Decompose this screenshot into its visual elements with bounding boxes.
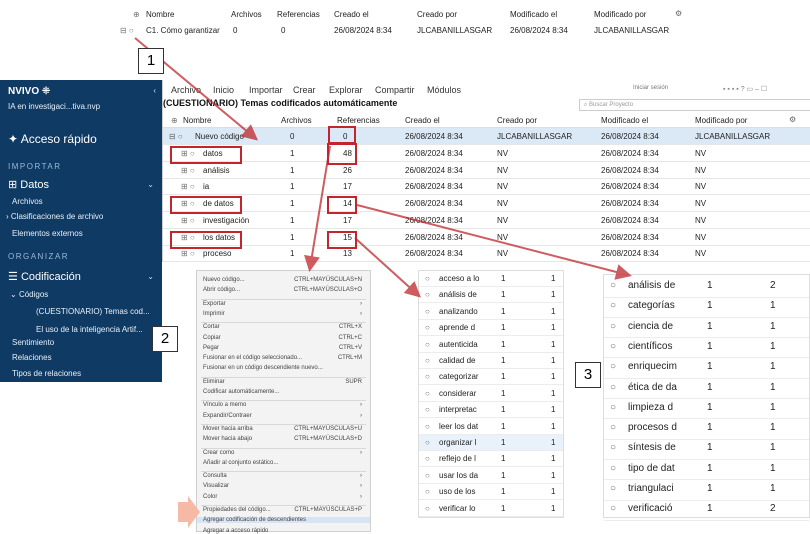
callout-3: 3 xyxy=(575,362,601,388)
callout-1: 1 xyxy=(138,48,164,74)
callout-2: 2 xyxy=(152,326,178,352)
pointer-arrow xyxy=(178,496,200,528)
annotation-arrows xyxy=(134,37,632,528)
arrow-lines xyxy=(134,37,632,298)
